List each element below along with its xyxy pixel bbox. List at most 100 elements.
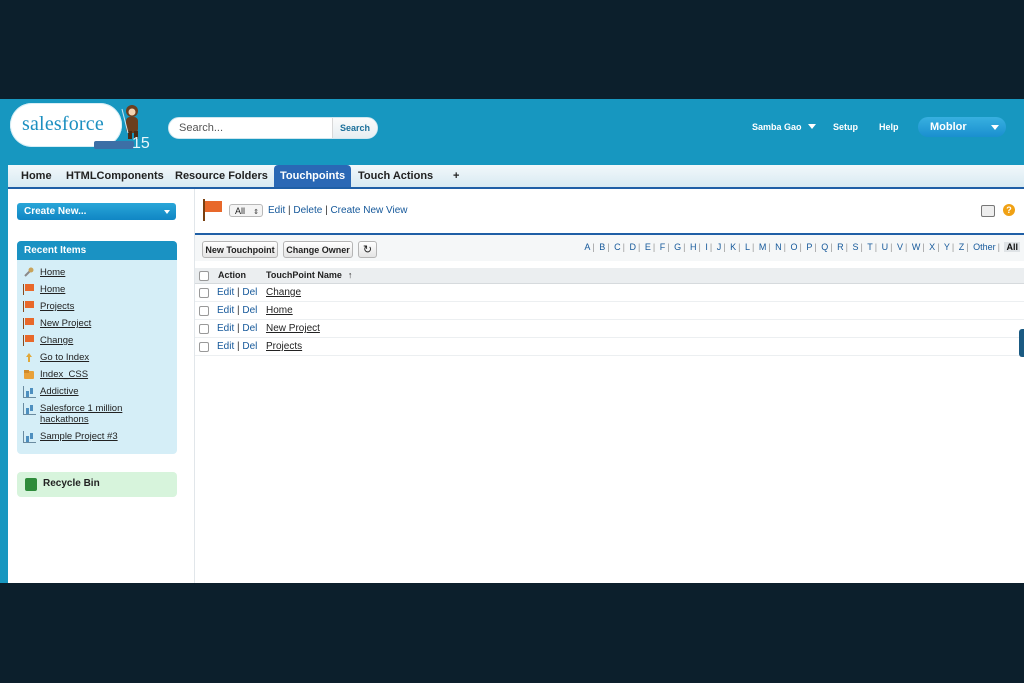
- alpha-k[interactable]: K: [730, 242, 736, 252]
- alpha-l[interactable]: L: [745, 242, 750, 252]
- row-checkbox[interactable]: [199, 306, 209, 316]
- chart-icon: [23, 431, 36, 443]
- edit-view-link[interactable]: Edit: [268, 205, 285, 216]
- touchpoint-name-column-header[interactable]: TouchPoint Name ↑: [266, 270, 352, 280]
- alpha-t[interactable]: T: [867, 242, 873, 252]
- row-checkbox[interactable]: [199, 288, 209, 298]
- side-panel-handle[interactable]: [1019, 329, 1024, 357]
- alpha-c[interactable]: C: [614, 242, 621, 252]
- recent-item-label: Go to Index: [40, 352, 90, 363]
- search-button[interactable]: Search: [332, 118, 377, 138]
- edit-link[interactable]: Edit: [217, 287, 234, 298]
- recent-items-panel: Recent Items Home Home Projects New Proj…: [17, 241, 177, 454]
- touchpoint-name-link[interactable]: Home: [266, 305, 293, 316]
- chart-icon: [23, 403, 36, 415]
- recent-items-title: Recent Items: [17, 241, 177, 260]
- edit-link[interactable]: Edit: [217, 341, 234, 352]
- print-icon[interactable]: [981, 205, 995, 217]
- alpha-q[interactable]: Q: [821, 242, 828, 252]
- logo-text: salesforce: [22, 113, 104, 135]
- create-new-dropdown[interactable]: Create New...: [17, 203, 176, 220]
- alpha-w[interactable]: W: [912, 242, 921, 252]
- alpha-d[interactable]: D: [630, 242, 637, 252]
- alpha-p[interactable]: P: [806, 242, 812, 252]
- alpha-m[interactable]: M: [759, 242, 767, 252]
- alpha-g[interactable]: G: [674, 242, 681, 252]
- alpha-other[interactable]: Other: [973, 242, 996, 252]
- touchpoint-name-link[interactable]: New Project: [266, 323, 320, 334]
- del-link[interactable]: Del: [242, 287, 257, 298]
- alpha-f[interactable]: F: [660, 242, 666, 252]
- alphabet-filter: A | B | C | D | E | F | G | H | I | J | K | L | M | N…: [584, 242, 1020, 252]
- alpha-b[interactable]: B: [599, 242, 605, 252]
- logo-version-badge: 15: [132, 135, 150, 152]
- new-touchpoint-button[interactable]: New Touchpoint: [202, 241, 278, 258]
- edit-link[interactable]: Edit: [217, 305, 234, 316]
- chevron-down-icon: [164, 210, 170, 214]
- delete-view-link[interactable]: Delete: [293, 205, 322, 216]
- row-actions: Edit | Del: [217, 287, 258, 298]
- table-row: Edit | Del Change: [195, 284, 1024, 302]
- table-row: Edit | Del Home: [195, 302, 1024, 320]
- view-select-value: All: [235, 206, 246, 216]
- refresh-button[interactable]: ↻: [358, 241, 377, 258]
- recent-item-label: New Project: [40, 318, 92, 329]
- salesforce-app: salesforce 15 Search Samba Gao Setup Hel…: [0, 99, 1024, 583]
- alpha-all[interactable]: All: [1004, 242, 1020, 252]
- recycle-bin[interactable]: Recycle Bin: [17, 472, 177, 497]
- user-menu[interactable]: Samba Gao: [752, 122, 816, 132]
- app-menu[interactable]: Moblor: [918, 117, 1006, 137]
- salesforce-logo[interactable]: salesforce 15: [10, 101, 160, 159]
- alpha-v[interactable]: V: [897, 242, 903, 252]
- add-tab-icon[interactable]: +: [447, 165, 465, 187]
- flag-icon: [23, 301, 36, 312]
- alpha-z[interactable]: Z: [959, 242, 965, 252]
- alpha-h[interactable]: H: [690, 242, 697, 252]
- alpha-x[interactable]: X: [929, 242, 935, 252]
- alpha-a[interactable]: A: [584, 242, 590, 252]
- updown-arrows-icon: ⇕: [253, 209, 259, 216]
- del-link[interactable]: Del: [242, 341, 257, 352]
- change-owner-button[interactable]: Change Owner: [283, 241, 353, 258]
- tab-touchpoints[interactable]: Touchpoints: [274, 165, 352, 187]
- select-all-checkbox[interactable]: [199, 271, 209, 281]
- chevron-down-icon: [807, 124, 816, 129]
- tab-home[interactable]: Home: [15, 165, 58, 187]
- create-new-view-link[interactable]: Create New View: [330, 205, 407, 216]
- row-checkbox[interactable]: [199, 342, 209, 352]
- touchpoint-name-link[interactable]: Projects: [266, 341, 302, 352]
- tab-bar: Home HTMLComponents Resource Folders Tou…: [8, 165, 1024, 189]
- alpha-r[interactable]: R: [837, 242, 844, 252]
- view-select[interactable]: All ⇕: [229, 204, 263, 217]
- alpha-n[interactable]: N: [775, 242, 782, 252]
- refresh-icon: ↻: [362, 244, 373, 256]
- chart-icon: [23, 386, 36, 398]
- tab-resource-folders[interactable]: Resource Folders: [169, 165, 274, 187]
- del-link[interactable]: Del: [242, 305, 257, 316]
- search-input[interactable]: [169, 118, 335, 138]
- touchpoint-name-link[interactable]: Change: [266, 287, 301, 298]
- list-toolbar: New Touchpoint Change Owner ↻ A | B | C | D…: [195, 233, 1024, 261]
- setup-link[interactable]: Setup: [833, 122, 858, 132]
- recent-item-label: Index_CSS: [40, 369, 89, 380]
- recent-item-label: Home: [40, 267, 66, 278]
- alpha-j[interactable]: J: [717, 242, 722, 252]
- row-checkbox[interactable]: [199, 324, 209, 334]
- edit-link[interactable]: Edit: [217, 323, 234, 334]
- del-link[interactable]: Del: [242, 323, 257, 334]
- alpha-y[interactable]: Y: [944, 242, 950, 252]
- alpha-u[interactable]: U: [882, 242, 889, 252]
- row-actions: Edit | Del: [217, 341, 258, 352]
- alpha-s[interactable]: S: [853, 242, 859, 252]
- tab-htmlcomponents[interactable]: HTMLComponents: [60, 165, 170, 187]
- help-link[interactable]: Help: [879, 122, 899, 132]
- tab-touch-actions[interactable]: Touch Actions: [352, 165, 439, 187]
- alpha-i[interactable]: I: [705, 242, 708, 252]
- user-name: Samba Gao: [752, 122, 802, 132]
- recycle-bin-icon: [25, 478, 37, 491]
- alpha-o[interactable]: O: [791, 242, 798, 252]
- chevron-down-icon: [991, 125, 999, 130]
- help-icon[interactable]: ?: [1003, 204, 1015, 216]
- alpha-e[interactable]: E: [645, 242, 651, 252]
- row-actions: Edit | Del: [217, 323, 258, 334]
